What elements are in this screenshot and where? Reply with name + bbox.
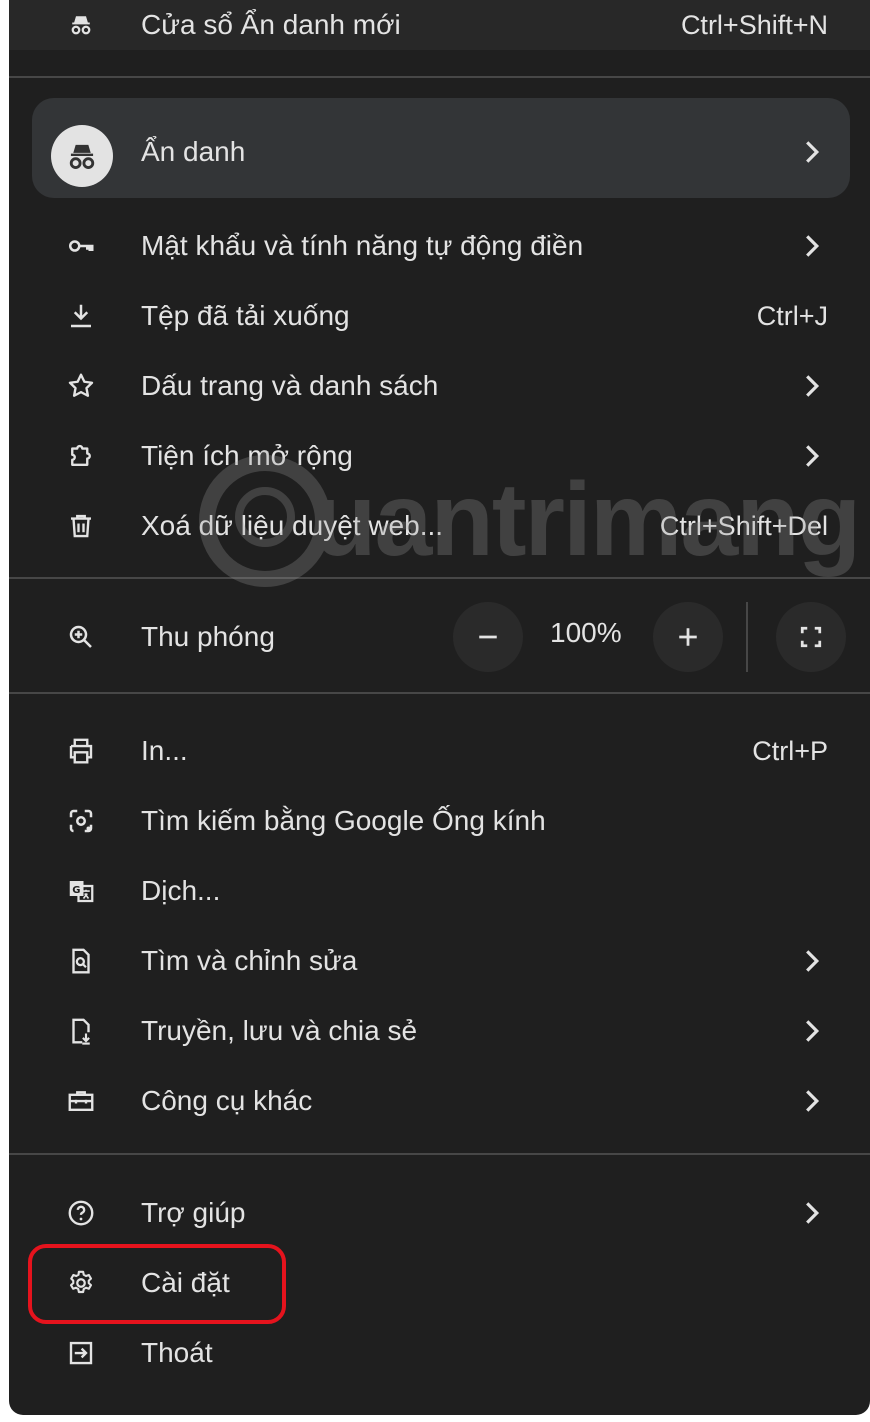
exit-icon bbox=[64, 1336, 98, 1370]
menu-item-extensions[interactable]: Tiện ích mở rộng bbox=[9, 421, 870, 491]
separator bbox=[9, 692, 870, 694]
menu-item-label: Truyền, lưu và chia sẻ bbox=[141, 1015, 418, 1046]
menu-item-translate[interactable]: G Dịch... bbox=[9, 856, 870, 926]
menu-item-label: Tìm kiếm bằng Google Ống kính bbox=[141, 805, 546, 836]
key-icon bbox=[64, 229, 98, 263]
separator bbox=[9, 577, 870, 579]
separator bbox=[9, 76, 870, 78]
menu-item-help[interactable]: Trợ giúp bbox=[9, 1178, 870, 1248]
menu-item-exit[interactable]: Thoát bbox=[9, 1318, 870, 1388]
zoom-label: Thu phóng bbox=[141, 621, 275, 652]
profile-label: Ẩn danh bbox=[141, 136, 246, 167]
menu-item-cast-save-share[interactable]: Truyền, lưu và chia sẻ bbox=[9, 996, 870, 1066]
zoom-value: 100% bbox=[550, 617, 622, 648]
menu-item-print[interactable]: In... Ctrl+P bbox=[9, 716, 870, 786]
chevron-right-icon bbox=[806, 375, 820, 397]
menu-item-label: Dấu trang và danh sách bbox=[141, 370, 439, 401]
menu-item-new-incognito-window[interactable]: Cửa sổ Ẩn danh mới Ctrl+Shift+N bbox=[9, 0, 870, 60]
menu-item-label: Cài đặt bbox=[141, 1267, 230, 1298]
chevron-right-icon bbox=[806, 1090, 820, 1112]
chevron-right-icon bbox=[806, 950, 820, 972]
zoom-out-button[interactable] bbox=[453, 602, 523, 672]
print-icon bbox=[64, 734, 98, 768]
separator bbox=[9, 1153, 870, 1155]
toolbox-icon bbox=[64, 1084, 98, 1118]
menu-item-label: Thoát bbox=[141, 1337, 213, 1368]
incognito-icon bbox=[64, 8, 98, 42]
chevron-right-icon bbox=[806, 141, 820, 163]
menu-item-shortcut: Ctrl+J bbox=[756, 300, 828, 331]
menu-item-profile[interactable]: Ẩn danh bbox=[9, 117, 870, 187]
translate-icon: G bbox=[64, 874, 98, 908]
menu-item-label: Dịch... bbox=[141, 875, 221, 906]
menu-item-downloads[interactable]: Tệp đã tải xuống Ctrl+J bbox=[9, 281, 870, 351]
trash-icon bbox=[64, 509, 98, 543]
plus-icon bbox=[679, 628, 697, 646]
gear-icon bbox=[64, 1266, 98, 1300]
menu-item-label: In... bbox=[141, 735, 188, 766]
zoom-icon bbox=[64, 620, 98, 654]
chevron-right-icon bbox=[806, 1020, 820, 1042]
help-icon bbox=[64, 1196, 98, 1230]
star-icon bbox=[64, 369, 98, 403]
menu-item-label: Xoá dữ liệu duyệt web... bbox=[141, 510, 444, 541]
chevron-right-icon bbox=[806, 1202, 820, 1224]
menu-item-shortcut: Ctrl+Shift+N bbox=[680, 9, 828, 40]
menu-item-label: Cửa sổ Ẩn danh mới bbox=[141, 9, 401, 40]
fullscreen-icon bbox=[800, 626, 822, 648]
fullscreen-button[interactable] bbox=[776, 602, 846, 672]
menu-item-shortcut: Ctrl+Shift+Del bbox=[659, 510, 828, 541]
svg-text:G: G bbox=[72, 885, 80, 896]
lens-icon bbox=[64, 804, 98, 838]
zoom-divider bbox=[746, 602, 748, 672]
cast-save-icon bbox=[64, 1014, 98, 1048]
menu-item-label: Tệp đã tải xuống bbox=[141, 300, 350, 331]
menu-item-label: Công cụ khác bbox=[141, 1085, 313, 1116]
menu-item-settings[interactable]: Cài đặt bbox=[9, 1248, 870, 1318]
menu-item-label: Trợ giúp bbox=[141, 1197, 246, 1228]
menu-item-label: Tiện ích mở rộng bbox=[141, 440, 353, 471]
find-page-icon bbox=[64, 944, 98, 978]
menu-item-clear-browsing-data[interactable]: Xoá dữ liệu duyệt web... Ctrl+Shift+Del bbox=[9, 491, 870, 561]
menu-item-bookmarks[interactable]: Dấu trang và danh sách bbox=[9, 351, 870, 421]
minus-icon bbox=[479, 635, 497, 639]
zoom-in-button[interactable] bbox=[653, 602, 723, 672]
menu-item-label: Tìm và chỉnh sửa bbox=[141, 945, 358, 976]
puzzle-icon bbox=[64, 439, 98, 473]
download-icon bbox=[64, 299, 98, 333]
menu-item-label: Mật khẩu và tính năng tự động điền bbox=[141, 230, 584, 261]
menu-item-find-and-edit[interactable]: Tìm và chỉnh sửa bbox=[9, 926, 870, 996]
chevron-right-icon bbox=[806, 235, 820, 257]
menu-item-more-tools[interactable]: Công cụ khác bbox=[9, 1066, 870, 1136]
chevron-right-icon bbox=[806, 445, 820, 467]
menu-item-passwords[interactable]: Mật khẩu và tính năng tự động điền bbox=[9, 211, 870, 281]
menu-item-shortcut: Ctrl+P bbox=[752, 735, 828, 766]
menu-item-google-lens[interactable]: Tìm kiếm bằng Google Ống kính bbox=[9, 786, 870, 856]
chrome-menu: Cửa sổ Ẩn danh mới Ctrl+Shift+N Ẩn danh … bbox=[9, 0, 870, 1415]
menu-item-zoom: Thu phóng bbox=[9, 602, 870, 672]
